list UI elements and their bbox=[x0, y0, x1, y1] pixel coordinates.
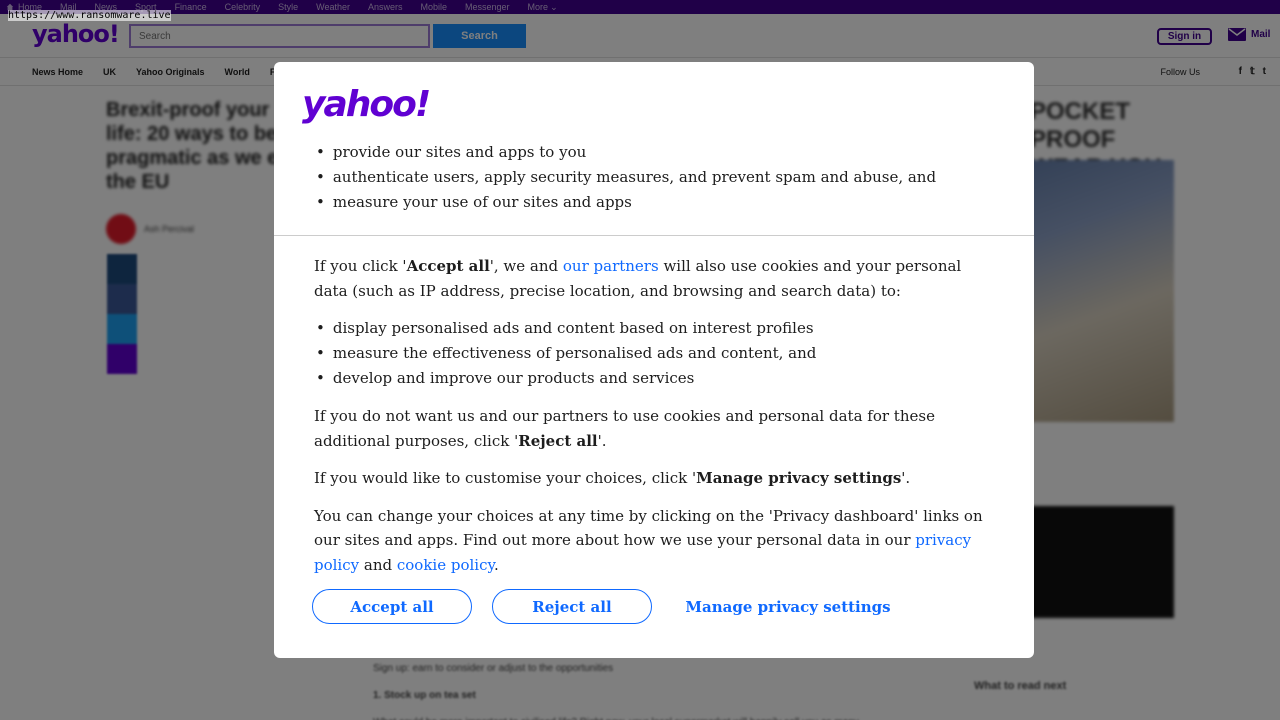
our-partners-link[interactable]: our partners bbox=[563, 257, 659, 275]
text-bold: Reject all bbox=[518, 431, 598, 450]
text: If you would like to customise your choi… bbox=[314, 469, 697, 487]
text: You can change your choices at any time … bbox=[314, 506, 983, 550]
purpose-item: measure the effectiveness of personalise… bbox=[314, 341, 994, 366]
text: If you click ' bbox=[314, 257, 407, 275]
cookie-policy-link[interactable]: cookie policy bbox=[397, 556, 494, 574]
purpose-item: measure your use of our sites and apps bbox=[314, 190, 936, 215]
text: ', we and bbox=[489, 257, 563, 275]
text: and bbox=[359, 555, 397, 574]
policy-paragraph: You can change your choices at any time … bbox=[314, 504, 994, 578]
purpose-item: develop and improve our products and ser… bbox=[314, 366, 994, 391]
purpose-list: provide our sites and apps to you authen… bbox=[314, 140, 936, 215]
yahoo-logo: yahoo! bbox=[302, 84, 431, 125]
purpose-item: authenticate users, apply security measu… bbox=[314, 165, 936, 190]
manage-paragraph: If you would like to customise your choi… bbox=[314, 466, 994, 491]
purpose-item: display personalised ads and content bas… bbox=[314, 316, 994, 341]
reject-all-button[interactable]: Reject all bbox=[492, 589, 652, 624]
accept-all-button[interactable]: Accept all bbox=[312, 589, 472, 624]
divider bbox=[274, 235, 1034, 236]
purpose-item: provide our sites and apps to you bbox=[314, 140, 936, 165]
text: . bbox=[493, 555, 499, 574]
consent-body: If you click 'Accept all', we and our pa… bbox=[314, 254, 994, 590]
text: '. bbox=[597, 431, 607, 450]
accept-paragraph: If you click 'Accept all', we and our pa… bbox=[314, 254, 994, 303]
text: If you do not want us and our partners t… bbox=[314, 407, 935, 450]
text: '. bbox=[901, 469, 911, 487]
consent-dialog: yahoo! provide our sites and apps to you… bbox=[274, 62, 1034, 658]
text-bold: Accept all bbox=[406, 257, 490, 275]
partner-purpose-list: display personalised ads and content bas… bbox=[314, 316, 994, 391]
reject-paragraph: If you do not want us and our partners t… bbox=[314, 404, 994, 453]
manage-privacy-settings-button[interactable]: Manage privacy settings bbox=[672, 589, 904, 624]
url-overlay: https://www.ransomware.live bbox=[8, 10, 171, 21]
text-bold: Manage privacy settings bbox=[696, 469, 902, 487]
